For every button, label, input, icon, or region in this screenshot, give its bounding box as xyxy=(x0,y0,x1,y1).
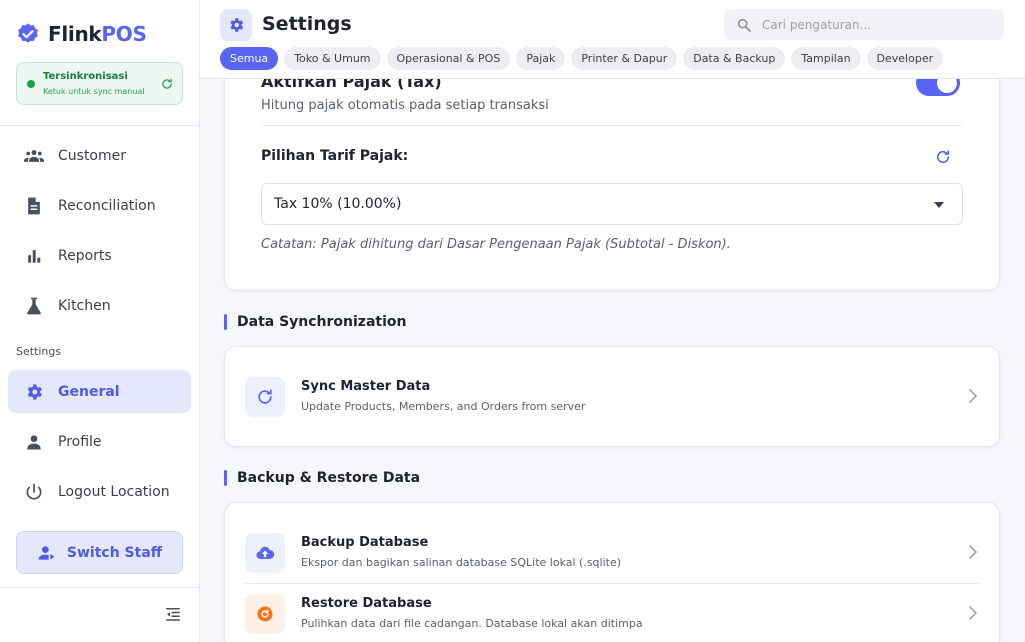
sidebar-item-label: Reports xyxy=(58,247,112,264)
tax-rate-value: Tax 10% (10.00%) xyxy=(274,196,402,212)
restore-database-row[interactable]: Restore Database Pulihkan data dari file… xyxy=(245,584,979,642)
brand-name: FlinkPOS xyxy=(48,22,147,46)
toggle-knob xyxy=(937,79,957,93)
settings-tabs: Semua Toko & Umum Operasional & POS Paja… xyxy=(220,47,944,70)
gear-icon xyxy=(230,18,244,32)
restore-icon xyxy=(245,594,285,634)
brand-badge-icon xyxy=(18,23,38,43)
sidebar-section-label: Settings xyxy=(16,345,62,358)
sync-status-subtitle: Ketuk untuk sync manual xyxy=(43,87,145,96)
sync-status-dot xyxy=(27,80,35,88)
tab-developer[interactable]: Developer xyxy=(866,47,944,70)
switch-user-icon xyxy=(38,545,55,560)
tax-enabled-toggle[interactable] xyxy=(916,79,960,96)
top-header: Settings Semua Toko & Umum Operasional &… xyxy=(200,0,1025,79)
section-accent-bar xyxy=(224,470,227,486)
switch-staff-button[interactable]: Switch Staff xyxy=(16,531,183,574)
sync-status-title: Tersinkronisasi xyxy=(43,71,128,82)
sync-status[interactable]: Tersinkronisasi Ketuk untuk sync manual xyxy=(16,62,183,105)
settings-page-icon xyxy=(220,9,252,41)
switch-staff-label: Switch Staff xyxy=(66,544,163,561)
tab-operasional-pos[interactable]: Operasional & POS xyxy=(386,47,511,70)
sidebar-item-customer[interactable]: Customer xyxy=(8,134,191,177)
bar-chart-icon xyxy=(24,246,44,266)
tax-note: Catatan: Pajak dihitung dari Dasar Penge… xyxy=(261,237,731,252)
document-icon xyxy=(24,196,44,216)
sidebar-item-label: Logout Location xyxy=(58,483,170,500)
tab-pajak[interactable]: Pajak xyxy=(516,47,566,70)
backup-restore-card: Backup Database Ekspor dan bagikan salin… xyxy=(224,502,1000,642)
backup-database-row[interactable]: Backup Database Ekspor dan bagikan salin… xyxy=(245,523,979,581)
chevron-right-icon xyxy=(969,606,978,620)
sidebar-item-label: Customer xyxy=(58,147,127,164)
section-heading-data-sync: Data Synchronization xyxy=(224,314,406,330)
sidebar-divider xyxy=(0,125,200,126)
people-icon xyxy=(24,146,44,166)
sidebar-item-label: Profile xyxy=(58,433,102,450)
sidebar-item-kitchen[interactable]: Kitchen xyxy=(8,284,191,327)
refresh-icon[interactable] xyxy=(934,148,952,166)
tax-settings-card: Aktifkan Pajak (Tax) Hitung pajak otomat… xyxy=(224,79,1000,291)
row-title: Backup Database xyxy=(301,535,429,550)
sidebar-divider xyxy=(0,587,200,588)
sidebar-item-general[interactable]: General xyxy=(8,370,191,413)
row-subtitle: Pulihkan data dari file cadangan. Databa… xyxy=(301,617,643,630)
page-title: Settings xyxy=(262,13,352,35)
caret-down-icon xyxy=(934,202,944,208)
sidebar: FlinkPOS Tersinkronisasi Ketuk untuk syn… xyxy=(0,0,200,642)
data-sync-card: Sync Master Data Update Products, Member… xyxy=(224,346,1000,447)
tax-toggle-subtitle: Hitung pajak otomatis pada setiap transa… xyxy=(261,98,549,113)
sidebar-item-reconciliation[interactable]: Reconciliation xyxy=(8,184,191,227)
sidebar-item-profile[interactable]: Profile xyxy=(8,420,191,463)
refresh-icon xyxy=(162,78,172,89)
gear-icon xyxy=(24,382,44,402)
tax-rate-select[interactable]: Tax 10% (10.00%) xyxy=(261,183,963,225)
section-accent-bar xyxy=(224,314,227,330)
tab-tampilan[interactable]: Tampilan xyxy=(791,47,861,70)
cloud-upload-icon xyxy=(245,533,285,573)
section-heading-backup-restore: Backup & Restore Data xyxy=(224,470,420,486)
tab-printer-dapur[interactable]: Printer & Dapur xyxy=(571,47,678,70)
sidebar-item-label: General xyxy=(58,383,120,400)
card-divider xyxy=(261,125,963,126)
section-heading-label: Data Synchronization xyxy=(237,314,407,330)
chevron-right-icon xyxy=(969,545,978,559)
row-title: Sync Master Data xyxy=(301,379,431,394)
chevron-right-icon xyxy=(969,389,978,403)
search-input[interactable] xyxy=(762,17,982,32)
flask-icon xyxy=(24,296,44,316)
collapse-sidebar-icon[interactable] xyxy=(164,605,182,623)
section-heading-label: Backup & Restore Data xyxy=(237,470,421,486)
tab-data-backup[interactable]: Data & Backup xyxy=(683,47,786,70)
sidebar-item-label: Kitchen xyxy=(58,297,111,314)
sidebar-item-label: Reconciliation xyxy=(58,197,156,214)
person-icon xyxy=(24,432,44,452)
sidebar-item-logout-location[interactable]: Logout Location xyxy=(8,470,191,513)
settings-content[interactable]: Aktifkan Pajak (Tax) Hitung pajak otomat… xyxy=(200,79,1025,642)
tax-toggle-title: Aktifkan Pajak (Tax) xyxy=(261,79,442,91)
tab-semua[interactable]: Semua xyxy=(220,47,279,70)
tax-rate-label: Pilihan Tarif Pajak: xyxy=(261,148,409,164)
sidebar-item-reports[interactable]: Reports xyxy=(8,234,191,277)
tab-toko-umum[interactable]: Toko & Umum xyxy=(284,47,381,70)
sync-icon xyxy=(245,377,285,417)
power-icon xyxy=(24,482,44,502)
row-subtitle: Update Products, Members, and Orders fro… xyxy=(301,400,586,413)
brand: FlinkPOS xyxy=(16,22,147,46)
sync-master-data-row[interactable]: Sync Master Data Update Products, Member… xyxy=(245,367,979,425)
settings-search[interactable] xyxy=(724,9,1004,40)
row-title: Restore Database xyxy=(301,596,432,611)
search-icon xyxy=(737,18,751,32)
row-subtitle: Ekspor dan bagikan salinan database SQLi… xyxy=(301,556,622,569)
